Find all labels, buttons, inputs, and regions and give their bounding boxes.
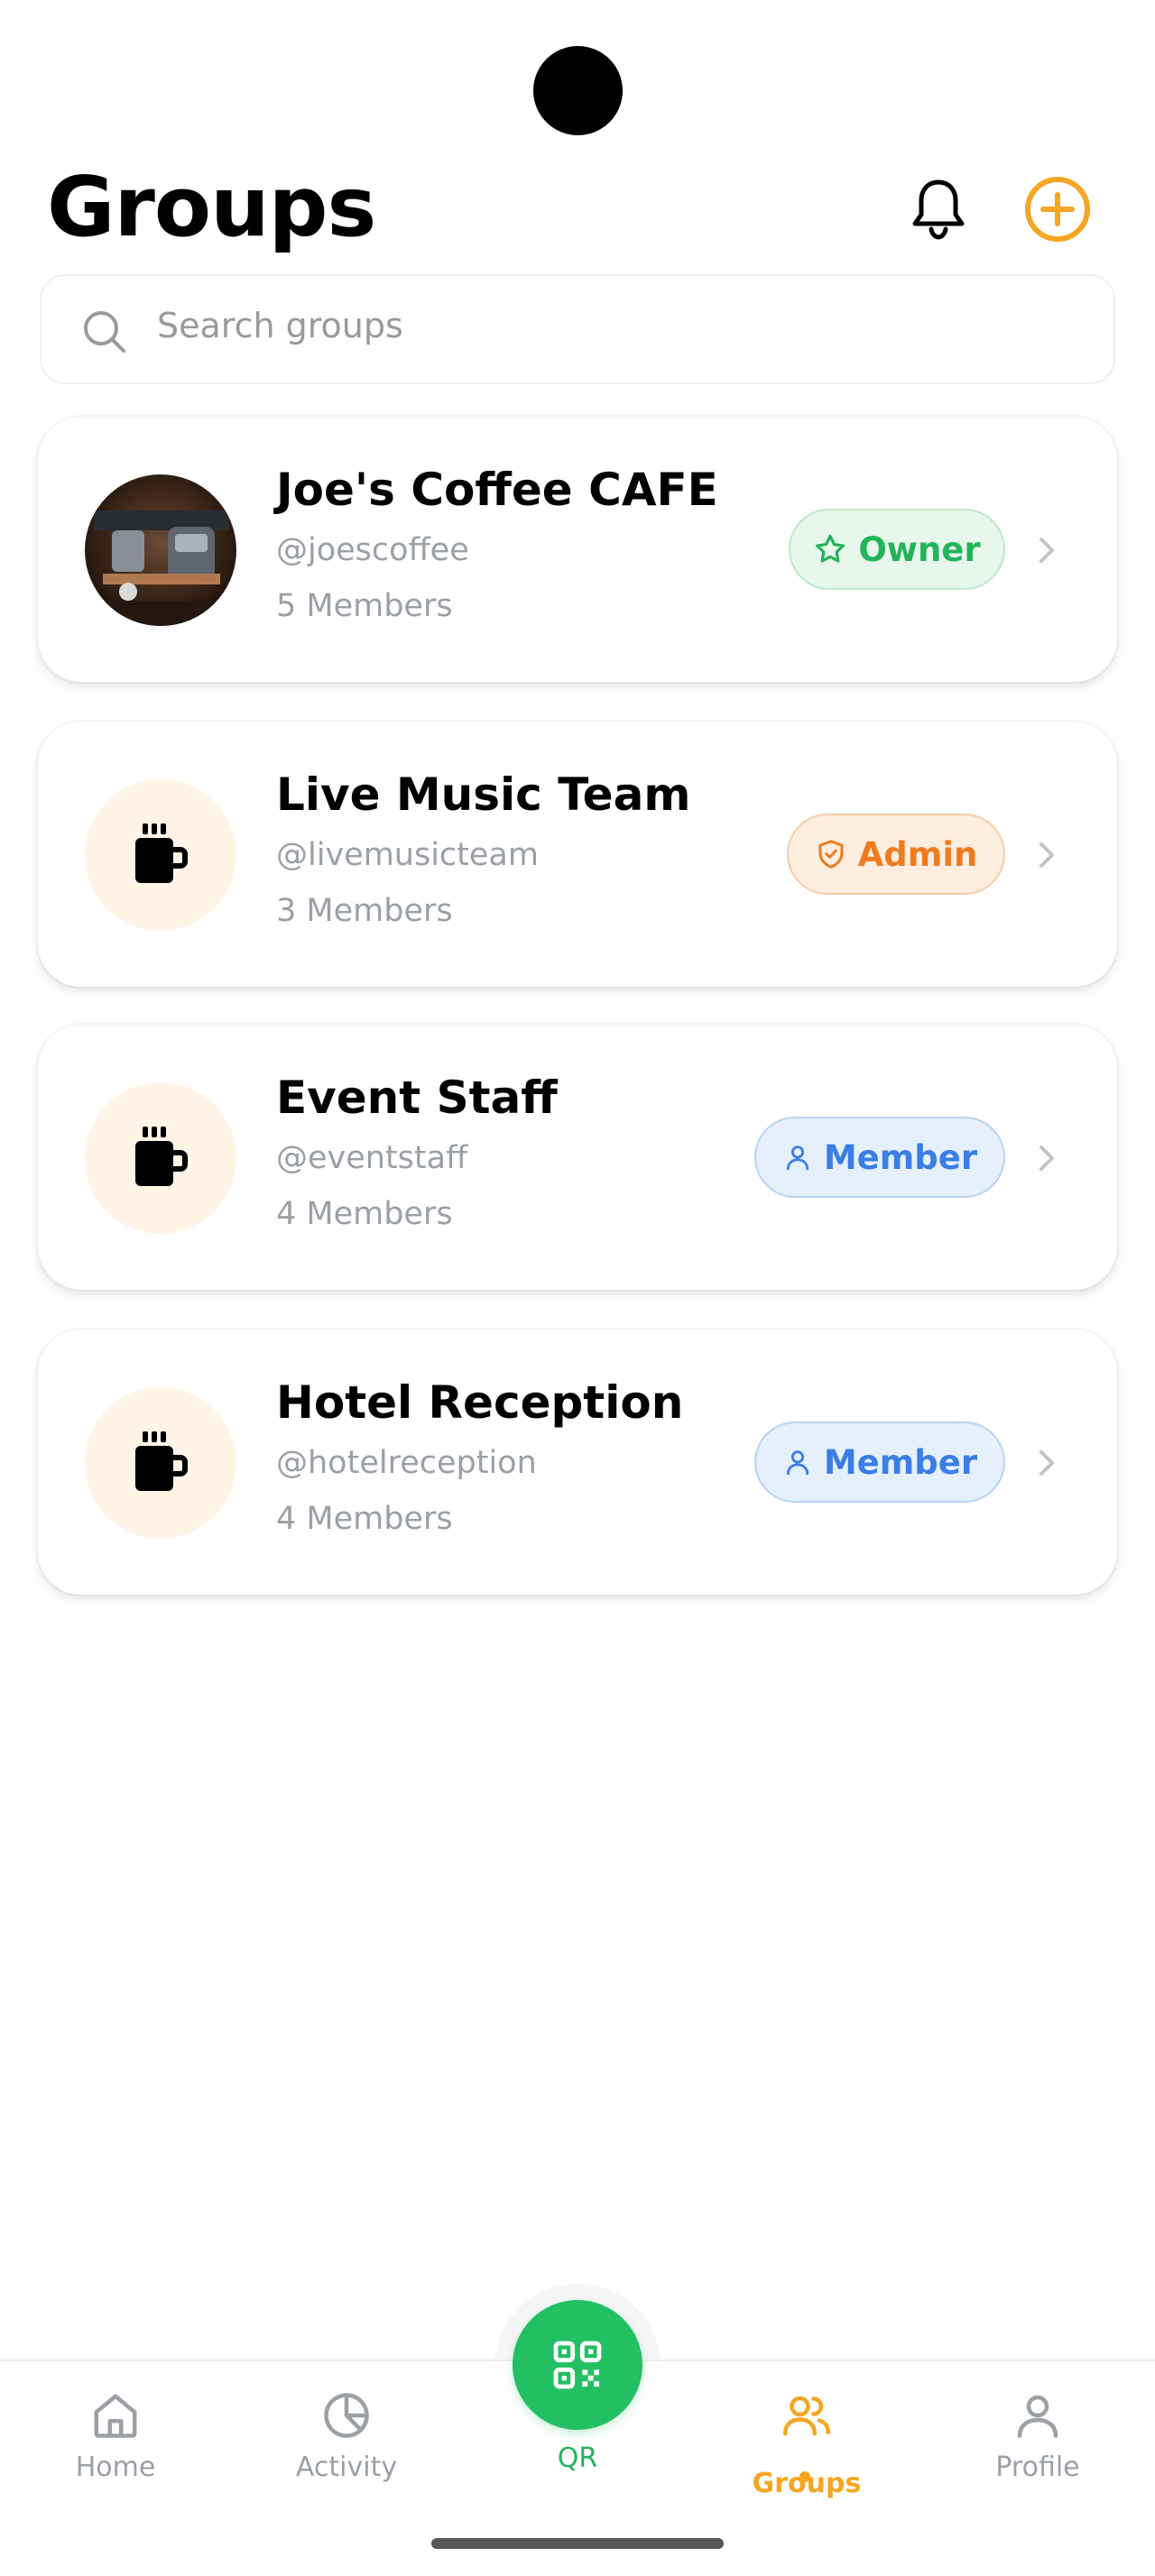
nav-label: Home (75, 2452, 156, 2483)
group-name: Joe's Coffee CAFE (276, 464, 718, 516)
mug-icon (135, 823, 188, 883)
nav-activity[interactable]: Activity (256, 2388, 437, 2506)
group-handle: @hotelreception (276, 1445, 537, 1481)
nav-home[interactable]: Home (25, 2388, 206, 2506)
role-label: Member (823, 1442, 978, 1482)
nav-label-qr: QR (557, 2443, 598, 2474)
nav-label: Activity (295, 2452, 398, 2483)
group-handle: @livemusicteam (276, 837, 539, 873)
group-card[interactable]: Live Music Team @livemusicteam 3 Members… (38, 722, 1117, 987)
role-label: Admin (857, 834, 978, 874)
group-card[interactable]: Hotel Reception @hotelreception 4 Member… (38, 1329, 1117, 1595)
chevron-right-icon (1040, 1450, 1054, 1476)
group-handle: @eventstaff (276, 1140, 468, 1176)
group-avatar (85, 779, 236, 931)
mug-icon (135, 1127, 188, 1186)
member-count: 5 Members (276, 588, 453, 624)
home-indicator (431, 2538, 724, 2549)
member-count: 3 Members (276, 893, 453, 929)
member-count: 4 Members (276, 1501, 453, 1537)
user-icon (1017, 2395, 1058, 2438)
role-badge-owner: Owner (789, 509, 1005, 590)
add-group-button[interactable] (1021, 173, 1094, 245)
search-input[interactable] (157, 294, 1059, 357)
group-avatar (85, 1082, 236, 1234)
camera-cutout (533, 46, 623, 135)
role-badge-admin: Admin (787, 814, 1005, 895)
search-bar (40, 274, 1115, 384)
group-name: Live Music Team (276, 768, 691, 821)
nav-groups[interactable]: Groups (716, 2388, 897, 2506)
group-name: Hotel Reception (276, 1376, 684, 1429)
nav-profile[interactable]: Profile (947, 2388, 1128, 2506)
qr-code-icon (553, 2341, 602, 2389)
chevron-right-icon (1040, 1145, 1054, 1171)
home-icon (94, 2394, 137, 2438)
pie-chart-icon (324, 2393, 369, 2438)
role-badge-member: Member (754, 1421, 1005, 1503)
role-label: Member (823, 1137, 978, 1177)
group-handle: @joescoffee (276, 532, 469, 568)
group-avatar-photo (85, 474, 236, 626)
star-icon (816, 534, 845, 563)
group-card[interactable]: Joe's Coffee CAFE @joescoffee 5 Members … (38, 417, 1117, 682)
group-avatar (85, 1387, 236, 1539)
notifications-button[interactable] (902, 173, 975, 245)
group-name: Event Staff (276, 1072, 558, 1124)
active-indicator-dot (799, 2471, 810, 2482)
shield-icon (818, 840, 844, 869)
nav-label: Profile (995, 2452, 1080, 2483)
plus-circle-icon (1025, 177, 1090, 242)
page-title: Groups (47, 159, 376, 255)
mug-icon (135, 1431, 188, 1491)
bell-icon (912, 179, 965, 240)
person-icon (786, 1450, 808, 1476)
chevron-right-icon (1040, 538, 1054, 563)
member-count: 4 Members (276, 1196, 453, 1232)
qr-scan-button[interactable] (513, 2300, 642, 2430)
person-icon (786, 1145, 808, 1171)
users-icon (783, 2396, 830, 2436)
page-header: Groups (47, 153, 1108, 262)
chevron-right-icon (1040, 842, 1054, 868)
search-icon (84, 311, 125, 353)
role-badge-member: Member (754, 1117, 1005, 1198)
group-card[interactable]: Event Staff @eventstaff 4 Members Member (38, 1025, 1117, 1290)
role-label: Owner (858, 529, 981, 569)
